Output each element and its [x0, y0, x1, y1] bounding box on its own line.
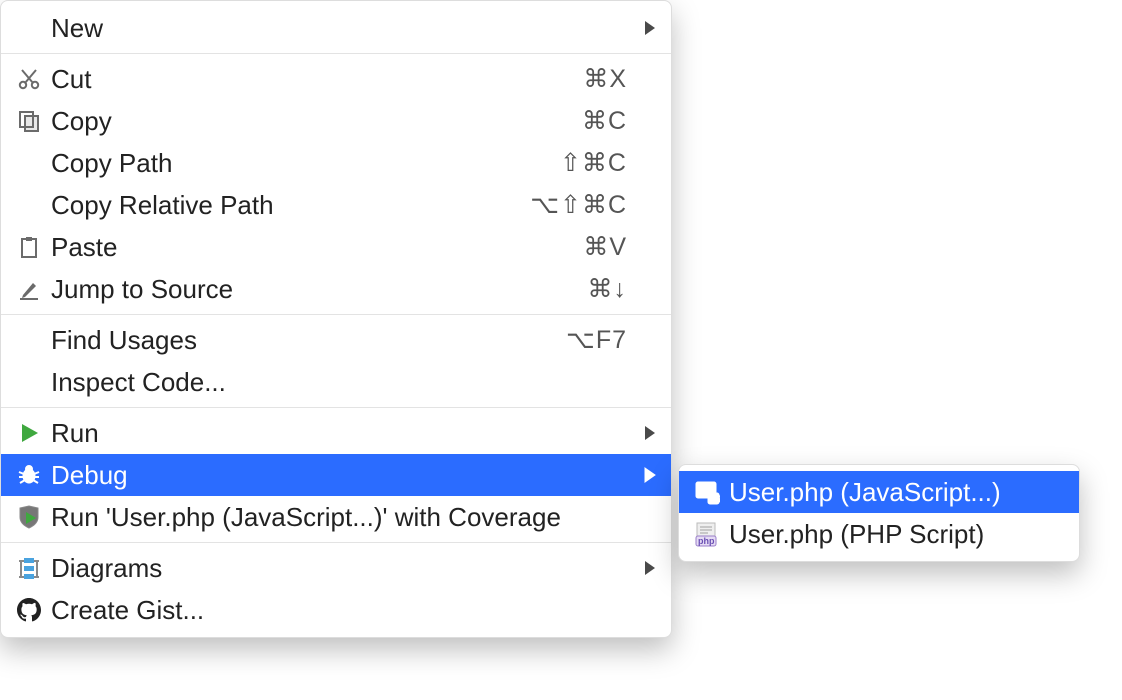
- menu-label: Copy: [47, 106, 582, 137]
- menu-shortcut: ⌥⇧⌘C: [530, 190, 633, 220]
- submenu-item-user-php-script[interactable]: php User.php (PHP Script): [679, 513, 1079, 555]
- menu-item-copy-relative-path[interactable]: Copy Relative Path ⌥⇧⌘C: [1, 184, 671, 226]
- menu-label: Copy Path: [47, 148, 560, 179]
- submenu-arrow-icon: [633, 425, 657, 441]
- submenu-arrow-icon: [633, 467, 657, 483]
- menu-item-debug[interactable]: Debug: [1, 454, 671, 496]
- menu-shortcut: ⌘↓: [588, 274, 634, 304]
- menu-item-run[interactable]: Run: [1, 412, 671, 454]
- menu-shortcut: ⌘X: [583, 64, 633, 94]
- menu-label: Debug: [47, 460, 633, 491]
- menu-shortcut: ⇧⌘C: [560, 148, 633, 178]
- menu-label: Inspect Code...: [47, 367, 633, 398]
- menu-item-copy-path[interactable]: Copy Path ⇧⌘C: [1, 142, 671, 184]
- menu-shortcut: ⌘V: [583, 232, 633, 262]
- debug-submenu: JS User.php (JavaScript...) php User.php…: [678, 464, 1080, 562]
- menu-item-run-with-coverage[interactable]: Run 'User.php (JavaScript...)' with Cove…: [1, 496, 671, 538]
- menu-separator: [1, 542, 671, 543]
- submenu-label: User.php (PHP Script): [725, 519, 1065, 550]
- svg-text:JS: JS: [710, 494, 720, 504]
- javascript-debug-icon: JS: [689, 479, 725, 505]
- menu-label: Copy Relative Path: [47, 190, 530, 221]
- menu-label: Jump to Source: [47, 274, 588, 305]
- svg-text:php: php: [698, 536, 715, 546]
- context-menu: New Cut ⌘X Copy ⌘C: [0, 0, 672, 638]
- submenu-label: User.php (JavaScript...): [725, 477, 1065, 508]
- php-script-icon: php: [689, 521, 725, 547]
- diagram-icon: [11, 555, 47, 581]
- menu-item-create-gist[interactable]: Create Gist...: [1, 589, 671, 631]
- coverage-icon: [11, 504, 47, 530]
- edit-icon: [11, 277, 47, 301]
- play-icon: [11, 422, 47, 444]
- clipboard-icon: [11, 235, 47, 259]
- menu-separator: [1, 53, 671, 54]
- menu-item-new[interactable]: New: [1, 7, 671, 49]
- menu-item-paste[interactable]: Paste ⌘V: [1, 226, 671, 268]
- menu-label: Paste: [47, 232, 583, 263]
- menu-label: Diagrams: [47, 553, 633, 584]
- github-icon: [11, 598, 47, 622]
- submenu-arrow-icon: [633, 20, 657, 36]
- menu-label: Create Gist...: [47, 595, 633, 626]
- submenu-arrow-icon: [633, 560, 657, 576]
- menu-item-inspect-code[interactable]: Inspect Code...: [1, 361, 671, 403]
- menu-item-find-usages[interactable]: Find Usages ⌥F7: [1, 319, 671, 361]
- menu-item-copy[interactable]: Copy ⌘C: [1, 100, 671, 142]
- menu-shortcut: ⌥F7: [566, 325, 633, 355]
- menu-label: Cut: [47, 64, 583, 95]
- menu-label: Run: [47, 418, 633, 449]
- menu-separator: [1, 314, 671, 315]
- bug-icon: [11, 463, 47, 487]
- menu-item-jump-to-source[interactable]: Jump to Source ⌘↓: [1, 268, 671, 310]
- menu-shortcut: ⌘C: [582, 106, 633, 136]
- menu-label: Find Usages: [47, 325, 566, 356]
- scissors-icon: [11, 67, 47, 91]
- menu-label: New: [47, 13, 633, 44]
- submenu-item-user-javascript[interactable]: JS User.php (JavaScript...): [679, 471, 1079, 513]
- copy-icon: [11, 109, 47, 133]
- menu-separator: [1, 407, 671, 408]
- menu-label: Run 'User.php (JavaScript...)' with Cove…: [47, 502, 633, 533]
- menu-item-diagrams[interactable]: Diagrams: [1, 547, 671, 589]
- menu-item-cut[interactable]: Cut ⌘X: [1, 58, 671, 100]
